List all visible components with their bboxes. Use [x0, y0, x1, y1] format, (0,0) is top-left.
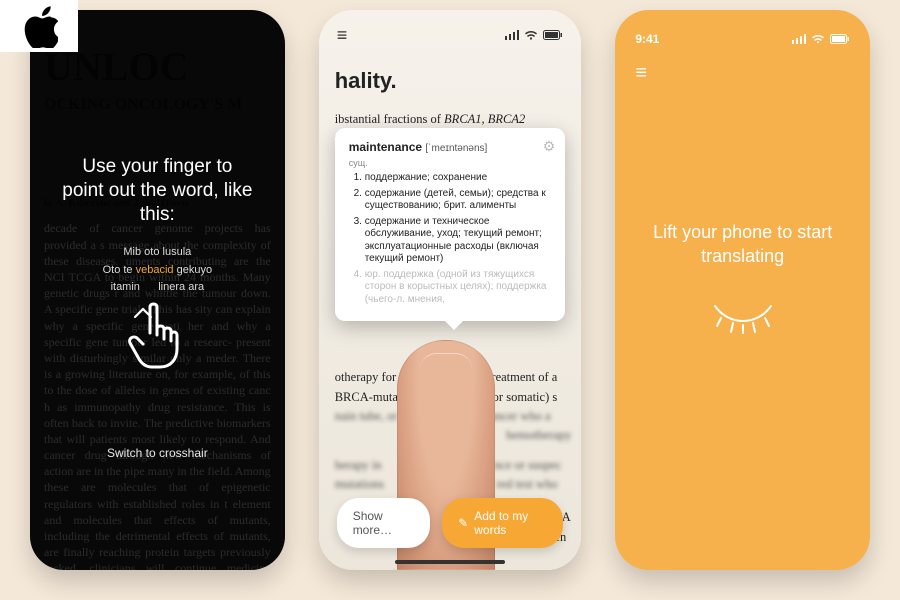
- lift-phone-message: Lift your phone to start translating: [615, 220, 870, 269]
- closed-eye-icon: [615, 300, 870, 339]
- switch-to-crosshair-link[interactable]: Switch to crosshair: [30, 446, 285, 460]
- phone1-sample-text: Mib oto lusula Oto te vebacid gekuyo ita…: [103, 244, 212, 297]
- signal-bars-icon: [792, 34, 807, 44]
- headword-row: maintenance [ˈmeɪntənəns]: [349, 140, 552, 154]
- pointing-hand-icon: [127, 299, 187, 376]
- hamburger-menu-icon[interactable]: ≡: [635, 68, 646, 79]
- phone-screen-3: 9:41 ≡ Lift your phone to start translat…: [615, 10, 870, 570]
- status-bar-right: [792, 34, 851, 44]
- phone2-status-bar: ≡: [319, 10, 582, 50]
- apple-logo-icon: [20, 4, 58, 48]
- battery-icon: [830, 34, 850, 44]
- phone3-status-bar: 9:41: [615, 10, 870, 54]
- definition-item: юр. поддержка (одной из тяжущихся сторон…: [365, 269, 552, 307]
- definition-item: поддержание; сохранение: [365, 172, 552, 185]
- phone-screen-2: hality. ibstantial fractions of BRCA1, B…: [319, 10, 582, 570]
- show-more-button[interactable]: Show more…: [337, 498, 430, 548]
- wifi-icon: [811, 34, 825, 44]
- definition-list: поддержание; сохранение содержание (дете…: [349, 172, 552, 306]
- gear-icon[interactable]: ⚙: [543, 138, 556, 155]
- phone1-overlay: Use your finger to point out the word, l…: [30, 10, 285, 570]
- signal-bars-icon: [505, 30, 520, 40]
- battery-icon: [543, 30, 563, 40]
- status-time: 9:41: [635, 32, 659, 46]
- part-of-speech: сущ.: [349, 158, 552, 168]
- phone1-instruction: Use your finger to point out the word, l…: [30, 155, 285, 226]
- definition-popover: ⚙ maintenance [ˈmeɪntənəns] сущ. поддерж…: [335, 128, 566, 321]
- apple-logo-badge: [0, 0, 78, 52]
- definition-item: содержание и техническое обслуживание, у…: [365, 216, 552, 266]
- home-indicator: [395, 560, 505, 564]
- status-bar-right: [505, 30, 564, 40]
- pencil-icon: ✎: [458, 516, 468, 530]
- phone2-footer: Show more… ✎ Add to my words: [319, 498, 582, 548]
- definition-item: содержание (детей, семьи); средства к су…: [365, 188, 552, 213]
- hamburger-menu-icon[interactable]: ≡: [337, 30, 347, 41]
- add-to-words-button[interactable]: ✎ Add to my words: [442, 498, 563, 548]
- phone-screen-1: UNLOC OCKING ONCOLOGY'S M la A. Kibersti…: [30, 10, 285, 570]
- wifi-icon: [524, 30, 538, 40]
